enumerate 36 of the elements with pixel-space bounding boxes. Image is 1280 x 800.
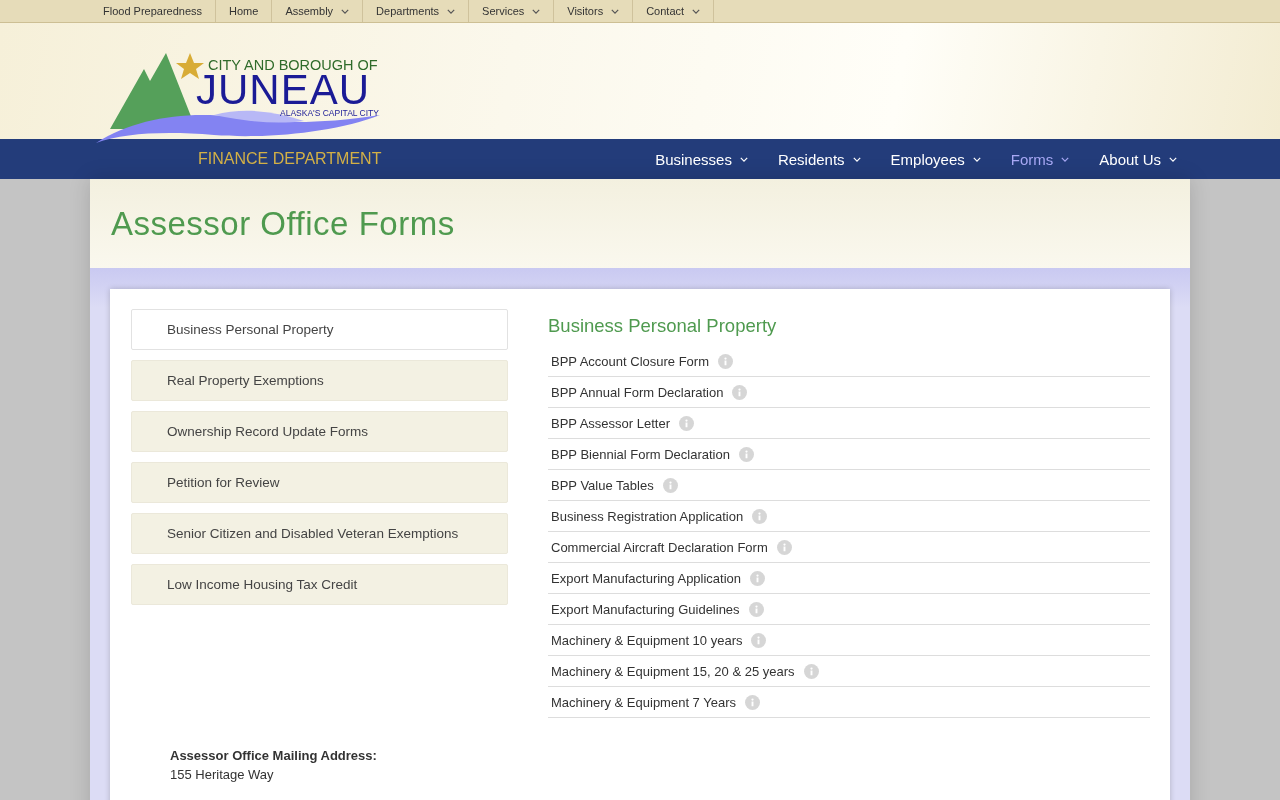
top-menu-link[interactable]: Flood Preparedness xyxy=(90,0,217,22)
form-link[interactable]: Export Manufacturing Guidelines xyxy=(551,601,740,617)
form-link[interactable]: Commercial Aircraft Declaration Form xyxy=(551,539,768,555)
page-title: Assessor Office Forms xyxy=(90,179,1190,268)
sidebar-tab[interactable]: Low Income Housing Tax Credit xyxy=(131,564,508,605)
address-heading: Assessor Office Mailing Address: xyxy=(170,747,378,765)
address-line: 155 Heritage Way xyxy=(170,767,274,782)
form-link[interactable]: BPP Assessor Letter xyxy=(551,415,670,431)
department-name: FINANCE DEPARTMENT xyxy=(198,150,382,168)
form-link[interactable]: Machinery & Equipment 10 years xyxy=(551,632,743,648)
sidebar-tab[interactable]: Business Personal Property xyxy=(131,309,508,350)
section-heading: Business Personal Property xyxy=(548,315,778,337)
top-menu-link[interactable]: Contact xyxy=(633,0,715,22)
nav-menu-item[interactable]: Forms xyxy=(995,150,1085,168)
logo-tagline: ALASKA'S CAPITAL CITY xyxy=(280,108,379,118)
form-link[interactable]: Export Manufacturing Application xyxy=(551,570,742,586)
nav-menu-item[interactable]: Businesses xyxy=(640,150,763,168)
sidebar-tab[interactable]: Petition for Review xyxy=(131,462,508,503)
form-link[interactable]: BPP Biennial Form Declaration xyxy=(551,446,730,462)
form-link[interactable]: BPP Account Closure Form xyxy=(551,353,709,369)
form-link[interactable]: Machinery & Equipment 7 Years xyxy=(551,694,736,710)
form-link[interactable]: BPP Value Tables xyxy=(551,477,654,493)
nav-menu-item[interactable]: Employees xyxy=(875,150,996,168)
top-menu-link[interactable]: Assembly xyxy=(272,0,364,22)
form-link[interactable]: Business Registration Application xyxy=(551,508,744,524)
form-link[interactable]: BPP Annual Form Declaration xyxy=(551,384,724,400)
top-menu-link[interactable]: Visitors xyxy=(554,0,634,22)
nav-menu-item[interactable]: About Us xyxy=(1084,150,1192,168)
sidebar-tab[interactable]: Senior Citizen and Disabled Veteran Exemptions xyxy=(131,513,508,554)
top-menu-link[interactable]: Home xyxy=(216,0,273,22)
form-link[interactable]: Machinery & Equipment 15, 20 & 25 years xyxy=(551,663,795,679)
nav-menu-item[interactable]: Residents xyxy=(762,150,876,168)
top-menu-link[interactable]: Departments xyxy=(363,0,470,22)
top-menu-link[interactable]: Services xyxy=(469,0,555,22)
sidebar-tab[interactable]: Ownership Record Update Forms xyxy=(131,411,508,452)
sidebar-tab[interactable]: Real Property Exemptions xyxy=(131,360,508,401)
